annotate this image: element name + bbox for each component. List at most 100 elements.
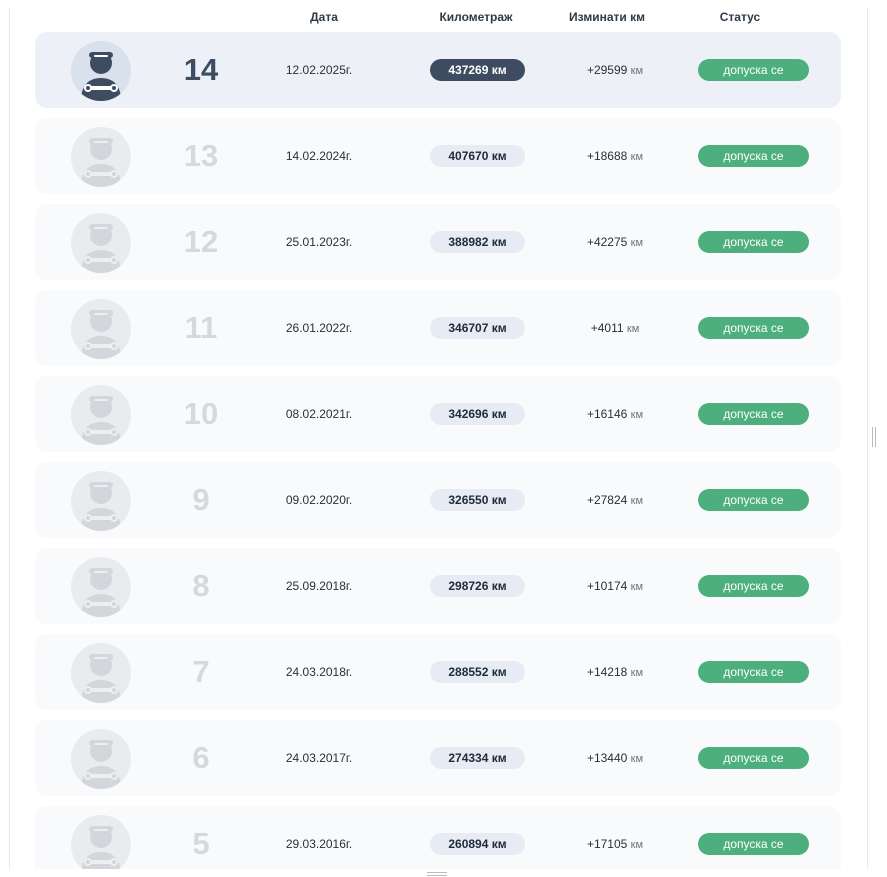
inspection-date: 24.03.2018г. — [285, 665, 353, 679]
km-change-unit: км — [630, 839, 644, 851]
km-change-unit: км — [630, 65, 644, 77]
mechanic-avatar-icon — [71, 213, 131, 273]
inspection-date: 12.02.2025г. — [285, 63, 353, 77]
mileage-badge: 326550 км — [430, 489, 525, 511]
inspection-date: 14.02.2024г. — [285, 149, 353, 163]
status-badge: допуска се — [698, 661, 809, 683]
header-mileage: Километраж — [439, 10, 513, 24]
inspection-date: 26.01.2022г. — [285, 321, 353, 335]
inspection-number: 5 — [192, 826, 210, 861]
km-change-unit: км — [630, 409, 644, 421]
mechanic-avatar-icon — [71, 385, 131, 445]
km-change: +14218 км — [565, 665, 665, 679]
km-change: +13440 км — [565, 751, 665, 765]
inspection-number: 10 — [183, 396, 219, 431]
horizontal-resize-grip[interactable] — [427, 872, 447, 876]
mileage-badge: 288552 км — [430, 661, 525, 683]
inspection-number: 11 — [184, 310, 218, 345]
km-change-value: +4011 — [590, 321, 624, 335]
inspection-row-6[interactable]: 6 24.03.2017г. 274334 км +13440 км допус… — [35, 720, 841, 796]
header-date: Дата — [310, 10, 338, 24]
status-badge: допуска се — [698, 231, 809, 253]
km-change-value: +29599 — [586, 63, 628, 77]
inspection-row-13[interactable]: 13 14.02.2024г. 407670 км +18688 км допу… — [35, 118, 841, 194]
mechanic-figure-icon — [81, 654, 121, 703]
km-change: +16146 км — [565, 407, 665, 421]
mileage-badge: 260894 км — [430, 833, 525, 855]
km-change-unit: км — [630, 667, 644, 679]
status-badge: допуска се — [698, 145, 809, 167]
inspection-history-panel[interactable]: Дата Километраж Изминати км Статус 14 12… — [9, 7, 868, 869]
mileage-badge: 298726 км — [430, 575, 525, 597]
km-change: +18688 км — [565, 149, 665, 163]
km-change: +17105 км — [565, 837, 665, 851]
mechanic-avatar-icon — [71, 299, 131, 359]
inspection-date: 25.01.2023г. — [285, 235, 353, 249]
inspection-number: 12 — [183, 224, 219, 259]
inspection-row-8[interactable]: 8 25.09.2018г. 298726 км +10174 км допус… — [35, 548, 841, 624]
mileage-badge: 388982 км — [430, 231, 525, 253]
km-change-value: +17105 — [586, 837, 628, 851]
km-change-unit: км — [630, 237, 644, 249]
km-change-value: +27824 — [586, 493, 628, 507]
mechanic-avatar-icon — [71, 471, 131, 531]
header-status: Статус — [719, 10, 761, 24]
km-change-unit: км — [630, 495, 644, 507]
inspection-number: 7 — [192, 654, 210, 689]
inspection-date: 29.03.2016г. — [285, 837, 353, 851]
km-change-unit: км — [630, 151, 644, 163]
inspection-row-11[interactable]: 11 26.01.2022г. 346707 км +4011 км допус… — [35, 290, 841, 366]
table-header: Дата Километраж Изминати км Статус — [10, 7, 867, 29]
km-change: +4011 км — [565, 321, 665, 335]
inspection-date: 09.02.2020г. — [285, 493, 353, 507]
mileage-badge: 346707 км — [430, 317, 525, 339]
mechanic-figure-icon — [81, 224, 121, 273]
inspection-row-10[interactable]: 10 08.02.2021г. 342696 км +16146 км допу… — [35, 376, 841, 452]
mechanic-figure-icon — [81, 138, 121, 187]
km-change-value: +14218 — [586, 665, 628, 679]
status-badge: допуска се — [698, 833, 809, 855]
inspection-row-12[interactable]: 12 25.01.2023г. 388982 км +42275 км допу… — [35, 204, 841, 280]
km-change: +27824 км — [565, 493, 665, 507]
mileage-badge: 407670 км — [430, 145, 525, 167]
mileage-badge: 342696 км — [430, 403, 525, 425]
inspection-row-5[interactable]: 5 29.03.2016г. 260894 км +17105 км допус… — [35, 806, 841, 869]
page-frame: Дата Километраж Изминати км Статус 14 12… — [0, 0, 887, 877]
inspection-number: 9 — [192, 482, 210, 517]
status-badge: допуска се — [698, 489, 809, 511]
mileage-badge: 274334 км — [430, 747, 525, 769]
vertical-resize-grip[interactable] — [872, 427, 876, 447]
mechanic-figure-icon — [81, 396, 121, 445]
mileage-badge: 437269 км — [430, 59, 525, 81]
inspection-row-9[interactable]: 9 09.02.2020г. 326550 км +27824 км допус… — [35, 462, 841, 538]
inspection-row-7[interactable]: 7 24.03.2018г. 288552 км +14218 км допус… — [35, 634, 841, 710]
km-change-value: +10174 — [586, 579, 628, 593]
inspection-row-14[interactable]: 14 12.02.2025г. 437269 км +29599 км допу… — [35, 32, 841, 108]
mechanic-figure-icon — [81, 310, 121, 359]
inspection-date: 24.03.2017г. — [285, 751, 353, 765]
header-changed-km: Изминати км — [569, 10, 645, 24]
mechanic-avatar-icon — [71, 643, 131, 703]
status-badge: допуска се — [698, 317, 809, 339]
inspection-number: 8 — [192, 568, 210, 603]
inspection-date: 25.09.2018г. — [285, 579, 353, 593]
mechanic-figure-icon — [81, 740, 121, 789]
km-change-unit: км — [630, 581, 644, 593]
mechanic-figure-icon — [81, 482, 121, 531]
km-change-value: +42275 — [586, 235, 628, 249]
mechanic-avatar-icon — [71, 815, 131, 869]
status-badge: допуска се — [698, 747, 809, 769]
km-change: +42275 км — [565, 235, 665, 249]
inspection-date: 08.02.2021г. — [285, 407, 353, 421]
mechanic-figure-icon — [81, 568, 121, 617]
mechanic-avatar-icon — [71, 557, 131, 617]
inspection-number: 6 — [192, 740, 210, 775]
mechanic-avatar-icon — [71, 729, 131, 789]
mechanic-avatar-icon — [71, 41, 131, 101]
km-change-value: +18688 — [586, 149, 628, 163]
mechanic-avatar-icon — [71, 127, 131, 187]
mechanic-figure-icon — [81, 52, 121, 101]
km-change: +10174 км — [565, 579, 665, 593]
inspection-number: 14 — [183, 52, 219, 87]
km-change: +29599 км — [565, 63, 665, 77]
